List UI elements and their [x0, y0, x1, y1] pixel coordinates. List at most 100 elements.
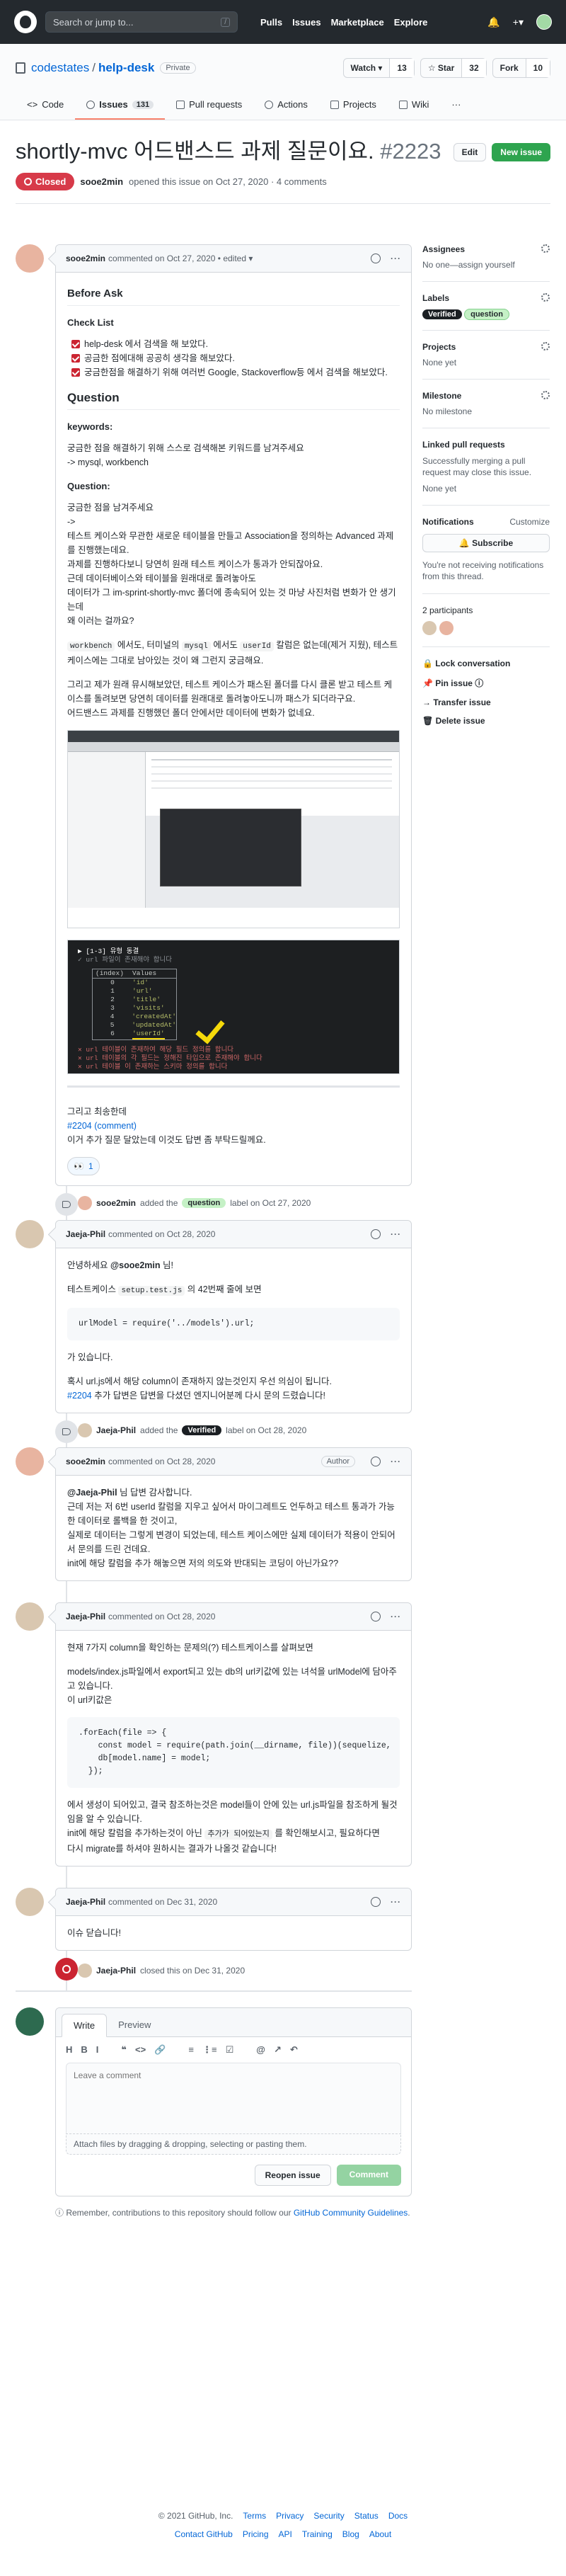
- event-actor[interactable]: Jaeja-Phil: [96, 1966, 136, 1976]
- avatar[interactable]: [16, 1220, 44, 1248]
- avatar[interactable]: [78, 1196, 92, 1210]
- comment-author[interactable]: sooe2min: [66, 1457, 105, 1466]
- user-mention[interactable]: @Jaeja-Phil: [67, 1488, 117, 1498]
- customize-link[interactable]: Customize: [509, 517, 550, 527]
- unordered-list-icon[interactable]: ≡: [188, 2044, 194, 2056]
- avatar[interactable]: [16, 244, 44, 273]
- reopen-issue-button[interactable]: Reopen issue: [254, 2165, 331, 2186]
- avatar[interactable]: [16, 2007, 44, 2036]
- comment-author[interactable]: sooe2min: [66, 253, 105, 263]
- terminal-screenshot[interactable]: ▶ [1-3] 유형 동결 ✓ url 파일이 존재해야 합니다 (index)…: [67, 940, 400, 1074]
- footer-link-contact[interactable]: Contact GitHub: [175, 2529, 233, 2539]
- quote-icon[interactable]: ❝: [121, 2044, 127, 2056]
- delete-issue-button[interactable]: 🗑 Delete issue: [422, 716, 550, 726]
- event-actor[interactable]: Jaeja-Phil: [96, 1425, 136, 1435]
- new-issue-button[interactable]: New issue: [492, 143, 550, 161]
- label-question[interactable]: question: [464, 309, 509, 320]
- avatar[interactable]: [16, 1888, 44, 1916]
- github-logo-icon[interactable]: [14, 11, 37, 33]
- tab-code[interactable]: <> Code: [16, 92, 75, 120]
- lock-conversation-button[interactable]: 🔒 Lock conversation: [422, 659, 550, 668]
- smiley-icon[interactable]: [371, 1229, 381, 1239]
- tab-pull-requests[interactable]: Pull requests: [165, 92, 253, 120]
- linked-prs-title[interactable]: Linked pull requests: [422, 440, 505, 450]
- link-icon[interactable]: 🔗: [154, 2044, 166, 2056]
- kebab-icon[interactable]: ···: [391, 1229, 401, 1239]
- event-actor[interactable]: sooe2min: [96, 1198, 136, 1208]
- avatar[interactable]: [78, 1423, 92, 1437]
- avatar[interactable]: [78, 1964, 92, 1978]
- search-input[interactable]: Search or jump to... /: [45, 11, 238, 33]
- tab-write[interactable]: Write: [62, 2014, 108, 2037]
- tab-more[interactable]: ···: [440, 92, 472, 120]
- nav-marketplace[interactable]: Marketplace: [331, 17, 384, 28]
- avatar[interactable]: [439, 621, 454, 635]
- avatar[interactable]: [536, 14, 552, 30]
- footer-link-terms[interactable]: Terms: [243, 2511, 266, 2521]
- avatar[interactable]: [16, 1447, 44, 1476]
- workbench-screenshot[interactable]: [67, 730, 400, 928]
- checkbox-icon[interactable]: [71, 368, 80, 377]
- smiley-icon[interactable]: [371, 1897, 381, 1907]
- kebab-icon[interactable]: ···: [391, 1897, 401, 1907]
- labels-title[interactable]: Labels: [422, 293, 449, 303]
- label-question[interactable]: question: [182, 1198, 226, 1208]
- fork-button[interactable]: Fork 10: [492, 58, 550, 78]
- pin-issue-button[interactable]: 📌 Pin issue ⓘ: [422, 677, 550, 689]
- user-mention[interactable]: @sooe2min: [110, 1260, 161, 1270]
- transfer-issue-button[interactable]: → Transfer issue: [422, 697, 550, 707]
- code-icon[interactable]: <>: [135, 2044, 146, 2056]
- star-button[interactable]: ☆ Star 32: [420, 58, 487, 78]
- nav-explore[interactable]: Explore: [394, 17, 428, 28]
- gear-icon[interactable]: [541, 293, 550, 302]
- tab-actions[interactable]: Actions: [253, 92, 319, 120]
- watch-count[interactable]: 13: [389, 59, 414, 77]
- comment-author[interactable]: Jaeja-Phil: [66, 1612, 105, 1622]
- footer-link-training[interactable]: Training: [302, 2529, 333, 2539]
- footer-link-docs[interactable]: Docs: [388, 2511, 408, 2521]
- attach-files-area[interactable]: Attach files by dragging & dropping, sel…: [66, 2133, 401, 2155]
- gear-icon[interactable]: [541, 244, 550, 253]
- kebab-icon[interactable]: ···: [391, 253, 401, 263]
- watch-button[interactable]: Watch ▾ 13: [342, 58, 415, 78]
- gear-icon[interactable]: [541, 391, 550, 399]
- footer-link-security[interactable]: Security: [313, 2511, 344, 2521]
- subscribe-button[interactable]: 🔔 Subscribe: [422, 534, 550, 552]
- comment-author[interactable]: Jaeja-Phil: [66, 1229, 105, 1239]
- saved-reply-icon[interactable]: ↶: [290, 2044, 298, 2056]
- reaction-button[interactable]: 👀 1: [67, 1157, 100, 1175]
- repo-owner-link[interactable]: codestates: [31, 61, 89, 75]
- milestone-title[interactable]: Milestone: [422, 391, 461, 401]
- fork-count[interactable]: 10: [525, 59, 550, 77]
- bell-icon[interactable]: 🔔: [487, 16, 499, 28]
- label-verified[interactable]: Verified: [422, 309, 462, 319]
- edit-button[interactable]: Edit: [453, 143, 487, 161]
- avatar[interactable]: [16, 1602, 44, 1631]
- tab-preview[interactable]: Preview: [107, 2014, 162, 2036]
- checkbox-icon[interactable]: [71, 340, 80, 348]
- tab-wiki[interactable]: Wiki: [388, 92, 441, 120]
- checkbox-icon[interactable]: [71, 354, 80, 363]
- assignees-title[interactable]: Assignees: [422, 244, 465, 254]
- avatar[interactable]: [422, 621, 437, 635]
- issue-link[interactable]: #2204 (comment): [67, 1121, 137, 1131]
- kebab-icon[interactable]: ···: [391, 1457, 401, 1466]
- star-count[interactable]: 32: [461, 59, 486, 77]
- gear-icon[interactable]: [541, 342, 550, 351]
- ordered-list-icon[interactable]: ⋮≡: [202, 2044, 217, 2056]
- label-verified[interactable]: Verified: [182, 1425, 222, 1435]
- smiley-icon[interactable]: [371, 253, 381, 263]
- projects-title[interactable]: Projects: [422, 342, 456, 352]
- community-guidelines-link[interactable]: GitHub Community Guidelines: [294, 2208, 408, 2218]
- tab-issues[interactable]: Issues 131: [75, 92, 166, 120]
- cross-reference-icon[interactable]: ↗: [274, 2044, 282, 2056]
- footer-link-api[interactable]: API: [279, 2529, 292, 2539]
- footer-link-about[interactable]: About: [369, 2529, 391, 2539]
- assignees-value[interactable]: No one—assign yourself: [422, 260, 550, 270]
- mention-icon[interactable]: @: [256, 2044, 265, 2056]
- tab-projects[interactable]: Projects: [319, 92, 388, 120]
- comment-button[interactable]: Comment: [336, 2165, 401, 2186]
- nav-issues[interactable]: Issues: [292, 17, 320, 28]
- smiley-icon[interactable]: [371, 1457, 381, 1466]
- footer-link-status[interactable]: Status: [354, 2511, 379, 2521]
